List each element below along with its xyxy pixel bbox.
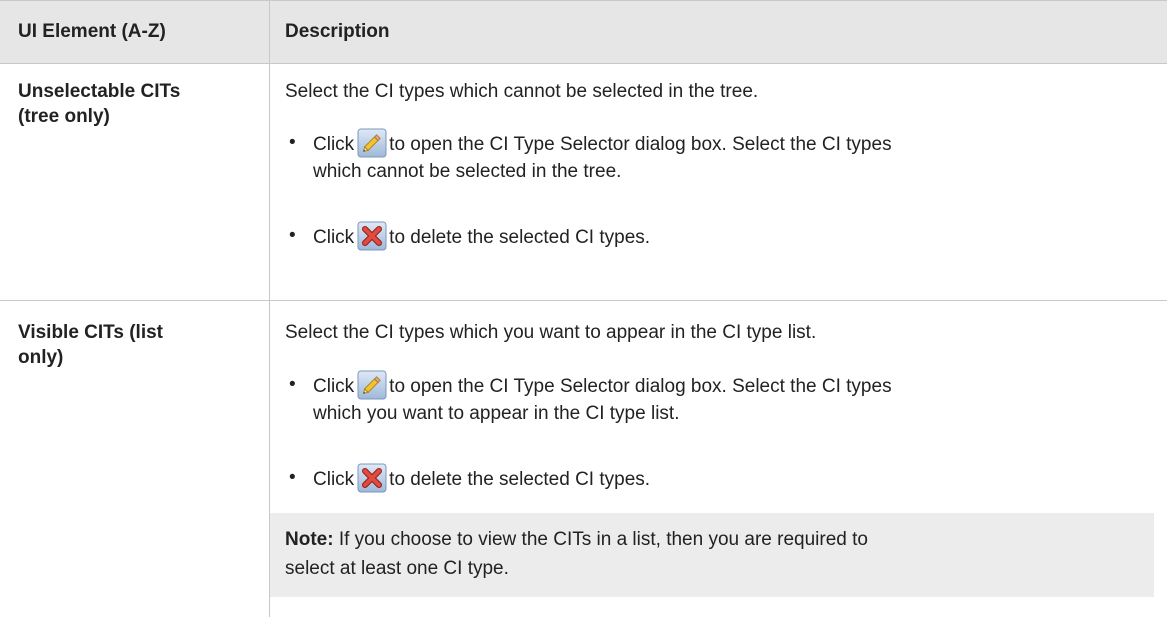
red-x-delete-icon[interactable] [357,463,387,493]
note-label: Note: [285,529,334,550]
ui-element-name: Visible CITs (list only) [18,322,164,368]
bullet-text: Click to delete the selected CI types. [313,463,1143,494]
ui-element-name: Unselectable CITs (tree only) [18,81,181,127]
header-description: Description [285,21,390,42]
header-ui-element: UI Element (A-Z) [18,21,166,42]
bullet-dot: • [289,467,296,488]
description-intro: Select the CI types which you want to ap… [285,322,817,343]
bullet-text: Click to open the CI Type Selector dialo… [313,128,1143,186]
table-header: UI Element (A-Z) Description [0,0,1167,64]
bullet-dot: • [289,225,296,246]
pencil-edit-icon[interactable] [357,128,387,158]
bullet-dot: • [289,132,296,153]
note-box: Note: If you choose to view the CITs in … [270,513,1154,597]
description-intro: Select the CI types which cannot be sele… [285,81,759,102]
bullet-text: Click to delete the selected CI types. [313,221,1143,252]
row-divider [0,300,1167,301]
note-text: If you choose to view the CITs in a list… [338,529,868,550]
note-text: select at least one CI type. [285,558,509,579]
bullet-dot: • [289,374,296,395]
red-x-delete-icon[interactable] [357,221,387,251]
bullet-text: Click to open the CI Type Selector dialo… [313,370,1143,428]
ui-element-table: UI Element (A-Z) Description Unselectabl… [0,0,1167,617]
pencil-edit-icon[interactable] [357,370,387,400]
